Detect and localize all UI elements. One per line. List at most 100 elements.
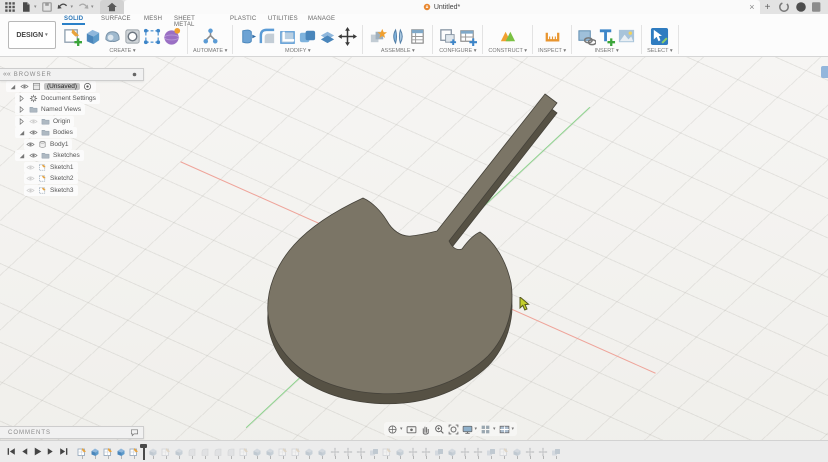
- timeline-extrude-feature[interactable]: [512, 444, 522, 460]
- job-status-icon[interactable]: [778, 1, 790, 13]
- orbit-icon[interactable]: [387, 424, 398, 435]
- redo-icon[interactable]: [77, 1, 89, 13]
- bom-icon[interactable]: [408, 27, 427, 46]
- form-icon[interactable]: [103, 27, 122, 46]
- browser-item-label[interactable]: Sketch1: [50, 164, 74, 171]
- timeline-sketch-feature[interactable]: [278, 444, 288, 460]
- browser-item-label[interactable]: (Unsaved): [44, 83, 80, 90]
- timeline-move-feature[interactable]: [330, 444, 340, 460]
- browser-item-label[interactable]: Sketch2: [50, 175, 74, 182]
- timeline-sketch-feature[interactable]: [77, 444, 87, 460]
- browser-row-sketch3[interactable]: Sketch3: [24, 185, 170, 197]
- collapse-panel-icon[interactable]: ««: [0, 71, 14, 78]
- ribbon-group-label[interactable]: SELECT ▾: [647, 48, 673, 54]
- timeline-extrude-feature[interactable]: [252, 444, 262, 460]
- comment-icon[interactable]: [130, 428, 139, 437]
- create-sketch-icon[interactable]: [63, 27, 82, 46]
- timeline-combine-feature[interactable]: [486, 444, 496, 460]
- timeline-extrude-feature[interactable]: [304, 444, 314, 460]
- visibility-eye-icon[interactable]: [29, 128, 38, 137]
- ribbon-group-label[interactable]: MODIFY ▾: [285, 48, 311, 54]
- timeline-move-feature[interactable]: [356, 444, 366, 460]
- config-table-icon[interactable]: [458, 27, 477, 46]
- app-grid-icon[interactable]: [4, 1, 16, 13]
- panel-options-icon[interactable]: [130, 70, 139, 79]
- timeline-move-feature[interactable]: [421, 444, 431, 460]
- automate-icon[interactable]: [201, 27, 220, 46]
- fillet-icon[interactable]: [258, 27, 277, 46]
- ribbon-tab-solid[interactable]: SOLID: [62, 15, 85, 25]
- visibility-eye-icon[interactable]: [26, 163, 35, 172]
- collapse-arrow-icon[interactable]: [17, 128, 26, 137]
- new-tab-button[interactable]: +: [760, 2, 776, 13]
- go-to-start-button[interactable]: [6, 446, 17, 457]
- ribbon-group-label[interactable]: INSERT ▾: [594, 48, 618, 54]
- home-tab[interactable]: [100, 0, 124, 14]
- timeline-move-feature[interactable]: [343, 444, 353, 460]
- close-tab-button[interactable]: ×: [749, 1, 754, 13]
- timeline-sketch-feature[interactable]: [239, 444, 249, 460]
- browser-row-sketches[interactable]: Sketches: [15, 150, 170, 162]
- ribbon-group-label[interactable]: CONSTRUCT ▾: [488, 48, 527, 54]
- activate-radio-icon[interactable]: [83, 82, 92, 91]
- timeline-combine-feature[interactable]: [551, 444, 561, 460]
- browser-row-named-views[interactable]: Named Views: [15, 104, 170, 116]
- ribbon-tab-plastic[interactable]: PLASTIC: [228, 15, 258, 23]
- timeline-extrude-feature[interactable]: [90, 444, 100, 460]
- split-icon[interactable]: [318, 27, 337, 46]
- browser-item-label[interactable]: Sketches: [53, 152, 80, 159]
- browser-row-sketch1[interactable]: Sketch1: [24, 162, 170, 174]
- step-back-button[interactable]: [19, 446, 30, 457]
- browser-row-unsaved[interactable]: (Unsaved): [6, 81, 170, 93]
- move-icon[interactable]: [338, 27, 357, 46]
- timeline-combine-feature[interactable]: [434, 444, 444, 460]
- step-forward-button[interactable]: [45, 446, 56, 457]
- select-icon[interactable]: [650, 27, 669, 46]
- visibility-eye-icon[interactable]: [26, 140, 35, 149]
- pan-icon[interactable]: [420, 424, 431, 435]
- timeline-sketch-feature[interactable]: [291, 444, 301, 460]
- chevron-down-icon[interactable]: ▾: [512, 426, 515, 432]
- collapse-arrow-icon[interactable]: [8, 82, 17, 91]
- timeline-extrude-feature[interactable]: [116, 444, 126, 460]
- zoom-icon[interactable]: [434, 424, 445, 435]
- timeline-playhead[interactable]: [142, 444, 145, 460]
- joint-icon[interactable]: [388, 27, 407, 46]
- measure-icon[interactable]: [543, 27, 562, 46]
- chevron-down-icon[interactable]: ▾: [91, 4, 94, 10]
- workspace-selector[interactable]: DESIGN ▾: [8, 21, 56, 49]
- browser-item-label[interactable]: Sketch3: [50, 187, 74, 194]
- browser-panel-header[interactable]: «« BROWSER: [0, 68, 144, 81]
- chevron-down-icon[interactable]: ▾: [71, 4, 74, 10]
- timeline-extrude-feature[interactable]: [395, 444, 405, 460]
- file-icon[interactable]: [20, 1, 32, 13]
- hole-icon[interactable]: [123, 27, 142, 46]
- timeline-move-feature[interactable]: [538, 444, 548, 460]
- timeline-sketch-feature[interactable]: [161, 444, 171, 460]
- play-button[interactable]: [32, 446, 43, 457]
- timeline-move-feature[interactable]: [525, 444, 535, 460]
- timeline-sketch-feature[interactable]: [103, 444, 113, 460]
- visibility-eye-icon[interactable]: [20, 82, 29, 91]
- press-pull-icon[interactable]: [238, 27, 257, 46]
- browser-item-label[interactable]: Body1: [50, 141, 68, 148]
- expand-arrow-icon[interactable]: [17, 94, 26, 103]
- timeline-move-feature[interactable]: [473, 444, 483, 460]
- chevron-down-icon[interactable]: ▾: [400, 426, 403, 432]
- timeline-move-feature[interactable]: [460, 444, 470, 460]
- look-at-icon[interactable]: [406, 424, 417, 435]
- timeline-combine-feature[interactable]: [369, 444, 379, 460]
- visibility-eye-icon[interactable]: [29, 151, 38, 160]
- timeline-fillet-feature[interactable]: [187, 444, 197, 460]
- timeline-fillet-feature[interactable]: [226, 444, 236, 460]
- save-icon[interactable]: [41, 1, 53, 13]
- undo-icon[interactable]: [57, 1, 69, 13]
- browser-row-body1[interactable]: Body1: [24, 139, 170, 151]
- display-settings-icon[interactable]: [462, 424, 473, 435]
- document-tab[interactable]: Untitled* ×: [124, 0, 760, 14]
- go-to-end-button[interactable]: [58, 446, 69, 457]
- timeline-extrude-feature[interactable]: [174, 444, 184, 460]
- browser-item-label[interactable]: Origin: [53, 118, 70, 125]
- browser-item-label[interactable]: Document Settings: [41, 95, 96, 102]
- chevron-down-icon[interactable]: ▾: [493, 426, 496, 432]
